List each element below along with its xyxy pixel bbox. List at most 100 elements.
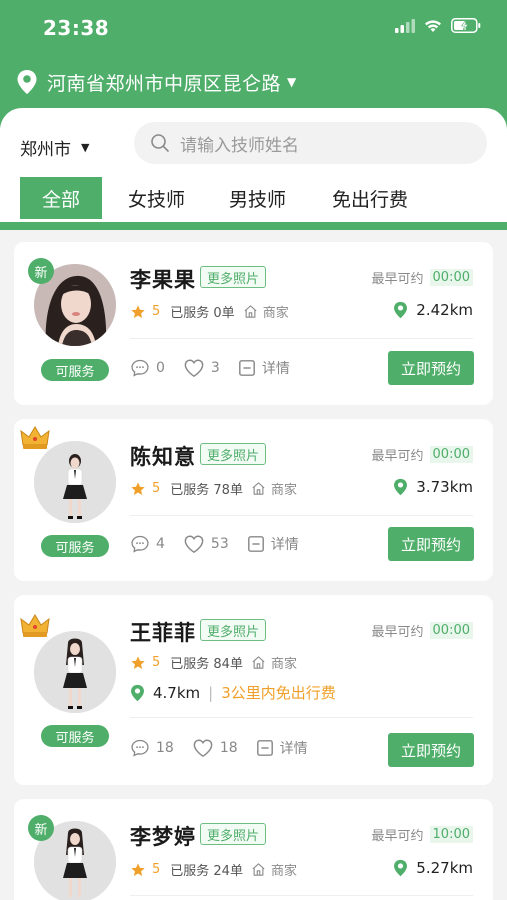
comment-count: 18 [156, 740, 174, 756]
crown-icon [20, 614, 50, 637]
like-count: 53 [210, 536, 229, 552]
divider [130, 515, 473, 516]
free-travel-note: 3公里内免出行费 [221, 684, 336, 702]
book-now-button[interactable]: 立即预约 [388, 351, 474, 385]
info-row: 5 已服务 78单 商家 [130, 479, 297, 498]
divider [130, 338, 473, 339]
details-button[interactable]: 详情 [256, 738, 308, 758]
like-count: 3 [210, 360, 220, 376]
search-icon [151, 134, 169, 152]
earliest-label: 最早可约 [371, 625, 424, 640]
details-label: 详情 [279, 741, 308, 757]
comment-button[interactable]: 18 [130, 738, 174, 758]
like-button[interactable]: 3 [183, 358, 220, 378]
technician-name: 陈知意 [130, 445, 196, 469]
comment-icon [131, 739, 149, 757]
earliest-available: 最早可约 10:00 [372, 825, 473, 844]
technician-card[interactable]: 新 可服务 李果果 更多照片 最早可约 00:00 5 已服务 0单 商家 2.… [14, 242, 493, 405]
new-badge: 新 [28, 258, 54, 284]
distance: 3.73km [393, 478, 473, 496]
caret-down-icon: ▼ [287, 75, 297, 89]
location-pin-icon [17, 70, 37, 94]
merchant-label: 商家 [270, 657, 297, 672]
served-count: 已服务 24单 [170, 864, 243, 879]
earliest-time: 00:00 [429, 446, 473, 463]
earliest-time: 00:00 [429, 269, 473, 286]
filter-panel: 郑州市 ▼ 请输入技师姓名 全部 女技师 男技师 免出行费 [0, 108, 507, 222]
distance: 5.27km [393, 859, 473, 877]
technician-card[interactable]: 新 李梦婷 更多照片 最早可约 10:00 5 已服务 24单 商家 5.27k… [14, 799, 493, 900]
more-photos-button[interactable]: 更多照片 [200, 443, 267, 465]
category-tabs: 全部 女技师 男技师 免出行费 [20, 176, 408, 220]
divider [130, 895, 473, 896]
technician-name: 王菲菲 [130, 621, 196, 645]
distance-value: 5.27km [416, 859, 473, 877]
merchant-label: 商家 [262, 306, 289, 321]
actions-row: 18 18 详情 [130, 738, 326, 758]
earliest-available: 最早可约 00:00 [372, 621, 473, 640]
served-count: 已服务 78单 [170, 483, 243, 498]
heart-icon [184, 535, 204, 554]
search-placeholder: 请输入技师姓名 [180, 135, 299, 156]
details-button[interactable]: 详情 [238, 358, 290, 378]
distance: 4.7km | 3公里内免出行费 [130, 682, 336, 703]
distance-value: 3.73km [416, 478, 473, 496]
comment-button[interactable]: 4 [130, 534, 165, 554]
comment-count: 0 [156, 360, 165, 376]
info-row: 5 已服务 0单 商家 [130, 302, 289, 321]
details-button[interactable]: 详情 [247, 534, 299, 554]
rating-value: 5 [152, 655, 161, 670]
home-icon [252, 863, 265, 876]
location-pin-icon [394, 478, 408, 496]
earliest-label: 最早可约 [371, 829, 424, 844]
avatar[interactable] [34, 441, 116, 523]
home-icon [244, 305, 257, 318]
more-photos-button[interactable]: 更多照片 [200, 619, 267, 641]
status-icons [395, 18, 481, 33]
status-bar: 23:38 [0, 0, 507, 58]
tab-all[interactable]: 全部 [20, 177, 102, 219]
details-label: 详情 [261, 361, 290, 377]
divider [130, 717, 473, 718]
star-icon [131, 862, 145, 876]
technician-card[interactable]: 可服务 王菲菲 更多照片 最早可约 00:00 5 已服务 84单 商家 4.7… [14, 595, 493, 785]
technician-card[interactable]: 可服务 陈知意 更多照片 最早可约 00:00 5 已服务 78单 商家 3.7… [14, 419, 493, 581]
earliest-label: 最早可约 [371, 272, 424, 287]
comment-button[interactable]: 0 [130, 358, 165, 378]
actions-row: 0 3 详情 [130, 358, 308, 378]
caret-down-icon: ▼ [81, 140, 90, 154]
merchant-label: 商家 [270, 483, 297, 498]
more-photos-button[interactable]: 更多照片 [200, 266, 267, 288]
like-button[interactable]: 53 [183, 534, 229, 554]
star-icon [131, 481, 145, 495]
rating-value: 5 [152, 862, 161, 877]
book-now-button[interactable]: 立即预约 [388, 527, 474, 561]
like-count: 18 [219, 740, 238, 756]
crown-icon [20, 426, 50, 449]
more-photos-button[interactable]: 更多照片 [200, 823, 267, 845]
tab-free-travel[interactable]: 免出行费 [332, 177, 408, 219]
location-pin-icon [131, 684, 144, 701]
distance-value: 2.42km [416, 301, 473, 319]
location-pin-icon [394, 859, 408, 877]
star-icon [131, 655, 145, 669]
tab-male[interactable]: 男技师 [229, 177, 286, 219]
details-label: 详情 [270, 537, 299, 553]
book-now-button[interactable]: 立即预约 [388, 733, 474, 767]
details-icon [238, 360, 255, 376]
technician-name: 李梦婷 [130, 825, 196, 849]
home-icon [252, 482, 265, 495]
rating-value: 5 [152, 304, 161, 319]
new-badge: 新 [28, 815, 54, 841]
location-selector[interactable]: 河南省郑州市中原区昆仑路 ▼ [16, 66, 296, 98]
earliest-available: 最早可约 00:00 [372, 445, 473, 464]
status-badge: 可服务 [41, 725, 109, 747]
earliest-time: 00:00 [429, 622, 473, 639]
info-row: 5 已服务 84单 商家 [130, 653, 297, 672]
search-input[interactable]: 请输入技师姓名 [134, 122, 487, 164]
avatar[interactable] [34, 631, 116, 713]
status-time: 23:38 [43, 16, 110, 40]
city-selector[interactable]: 郑州市 ▼ [20, 132, 89, 162]
tab-female[interactable]: 女技师 [128, 177, 185, 219]
like-button[interactable]: 18 [192, 738, 238, 758]
